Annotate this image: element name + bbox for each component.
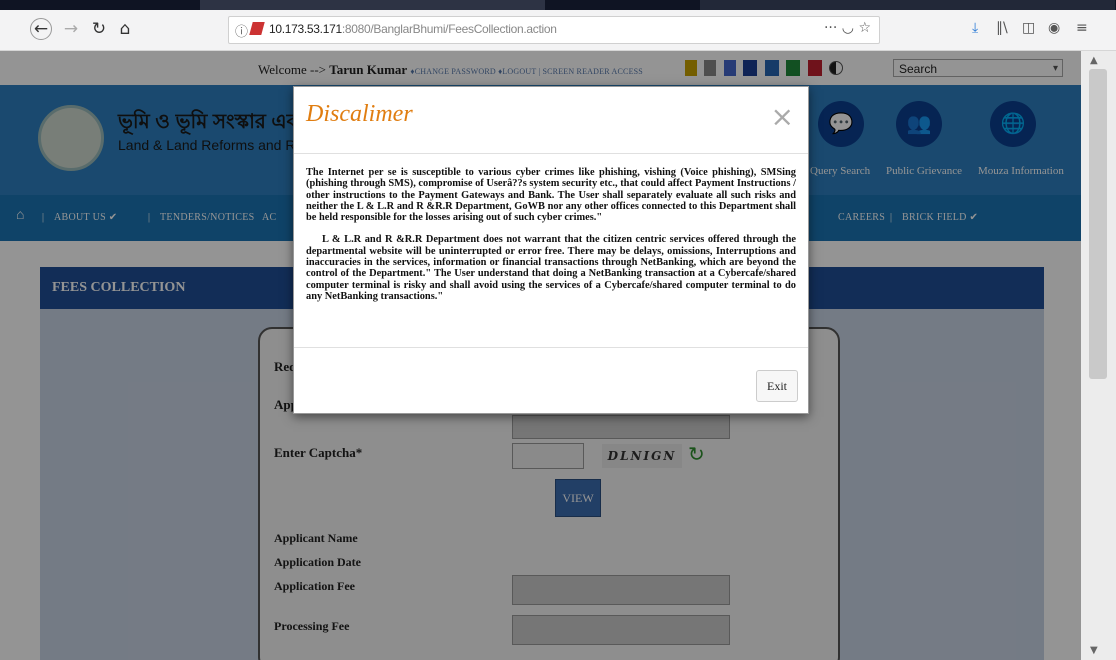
disclaimer-paragraph: The Internet per se is susceptible to va…	[306, 167, 796, 224]
home-icon[interactable]: ⌂	[114, 18, 136, 40]
modal-title: Discalimer	[306, 101, 413, 127]
pocket-icon[interactable]: ◡	[842, 20, 854, 36]
modal-footer-divider	[294, 347, 808, 348]
more-icon[interactable]: ···	[824, 20, 837, 36]
forward-icon[interactable]: →	[60, 18, 82, 40]
address-bar[interactable]: ⓘ 10.173.53.171:8080/BanglarBhumi/FeesCo…	[228, 16, 880, 44]
extension-icon[interactable]: ◉	[1048, 20, 1060, 36]
back-icon[interactable]: ←	[30, 18, 52, 40]
url-path: :8080/BanglarBhumi/FeesCollection.action	[341, 22, 557, 36]
url-text[interactable]: 10.173.53.171:8080/BanglarBhumi/FeesColl…	[269, 22, 557, 36]
browser-tab[interactable]	[200, 0, 545, 10]
browser-toolbar: ← → ↻ ⌂ ⓘ 10.173.53.171:8080/BanglarBhum…	[0, 10, 1116, 51]
page-actions: ··· ◡ ☆	[824, 20, 871, 36]
close-icon[interactable]: ×	[771, 103, 794, 131]
info-icon[interactable]: ⓘ	[235, 21, 248, 40]
download-icon[interactable]: ⤓	[972, 20, 978, 36]
scroll-down-icon[interactable]: ▼	[1090, 645, 1098, 656]
scroll-up-icon[interactable]: ▲	[1090, 55, 1098, 66]
disclaimer-modal: Discalimer × The Internet per se is susc…	[293, 86, 809, 414]
vertical-scrollbar[interactable]: ▲ ▼	[1081, 51, 1116, 660]
tab-strip	[0, 0, 1116, 10]
menu-icon[interactable]: ≡	[1076, 20, 1088, 36]
exit-button[interactable]: Exit	[756, 370, 798, 402]
sidebar-icon[interactable]: ◫	[1022, 20, 1035, 36]
library-icon[interactable]: ∥\	[996, 20, 1008, 36]
disclaimer-paragraph: L & L.R and R &R.R Department does not w…	[306, 234, 796, 302]
insecure-lock-icon[interactable]	[249, 22, 265, 35]
star-icon[interactable]: ☆	[858, 20, 871, 36]
reload-icon[interactable]: ↻	[88, 18, 110, 40]
modal-body: The Internet per se is susceptible to va…	[306, 167, 796, 313]
modal-header: Discalimer ×	[294, 87, 808, 154]
browser-tab[interactable]	[700, 0, 1115, 10]
url-host: 10.173.53.171	[269, 22, 342, 36]
scrollbar-thumb[interactable]	[1089, 69, 1107, 379]
